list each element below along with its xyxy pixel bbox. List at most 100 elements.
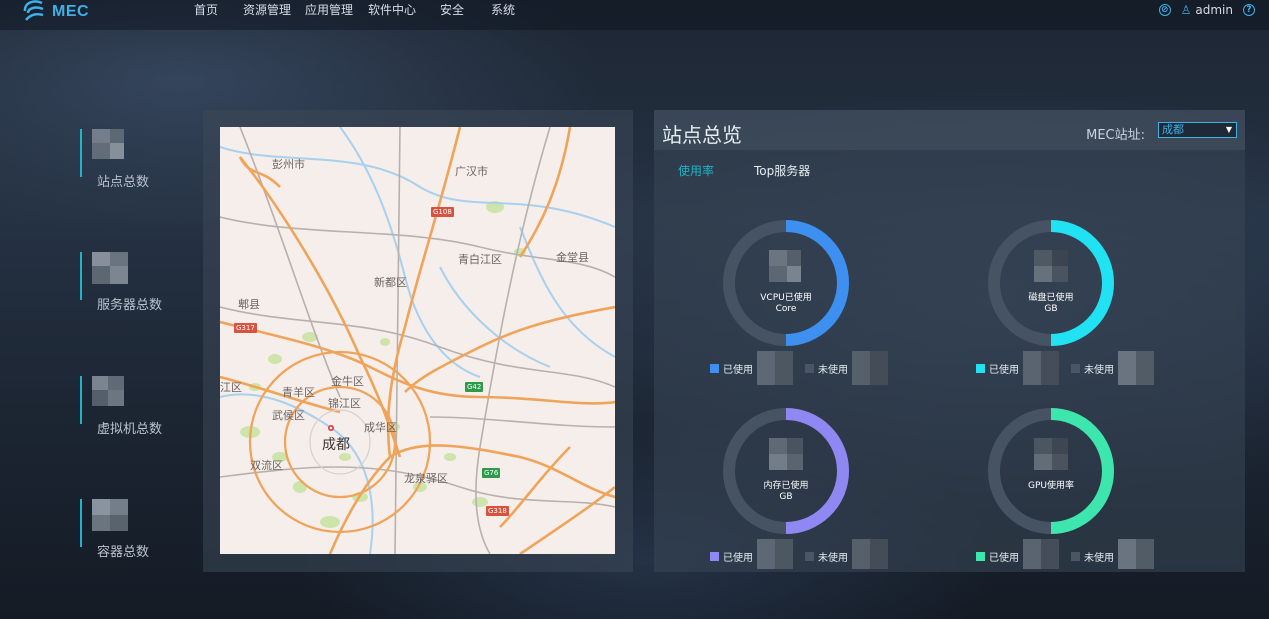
map-city-label: 成都 [322,437,350,453]
stat-label: 站点总数 [97,175,150,190]
legend-swatch-unused [805,363,814,373]
map-label: 广汉市 [455,165,488,178]
legend-used-value-redacted [1023,539,1059,573]
map-label: 青白江区 [458,253,502,266]
tab-top-servers[interactable]: Top服务器 [754,162,810,179]
top-bar: MEC 首页 资源管理 应用管理 软件中心 安全 系统 ⊘ ♙ admin ? [0,0,1269,30]
gauge-label-line1: 磁盘已使用 [1028,293,1074,303]
road-badge: G318 [486,506,509,516]
road-badge: G42 [465,382,484,392]
map-label: 江区 [220,381,242,394]
stat-value-redacted [92,376,128,408]
map-view[interactable]: 彭州市 广汉市 青白江区 金堂县 新都区 郫县 青羊区 金牛区 锦江区 武侯区 … [220,127,615,554]
legend-used-label: 已使用 [989,364,1019,376]
stat-accent-bar [80,376,82,424]
map-label: 成华区 [364,421,397,434]
site-select-value: 成都 [1162,123,1184,136]
user-menu[interactable]: ♙ admin [1181,3,1233,17]
map-label: 武侯区 [272,409,305,422]
legend-used-label: 已使用 [989,552,1019,564]
gauge-memory: 内存已使用 GB [723,408,863,548]
nav-item-system[interactable]: 系统 [491,0,531,20]
legend-used-value-redacted [1023,351,1059,385]
gauge-disk: 磁盘已使用 GB [988,220,1128,360]
legend-unused-value-redacted [852,351,888,385]
map-label: 青羊区 [282,386,315,399]
gauge-label: VCPU已使用 Core [723,293,849,315]
gauge-legend-disk: 已使用 未使用 [976,351,1154,385]
site-select[interactable]: 成都 ▼ [1158,122,1237,138]
legend-swatch-unused [805,551,814,561]
legend-swatch-used [710,551,719,561]
map-label: 龙泉驿区 [404,472,448,485]
legend-swatch-used [976,551,985,561]
map-panel: 彭州市 广汉市 青白江区 金堂县 新都区 郫县 青羊区 金牛区 锦江区 武侯区 … [203,110,633,572]
stat-value-redacted [92,129,128,161]
stat-label: 服务器总数 [97,298,163,313]
stat-site-count: 站点总数 [80,129,190,190]
help-icon[interactable]: ? [1243,4,1255,16]
username: admin [1195,3,1233,17]
gauge-label-line2: GB [1044,304,1058,314]
road-badge: G76 [482,468,501,478]
overview-title: 站点总览 [662,123,742,147]
stat-value-redacted [92,252,128,284]
map-label: 金牛区 [331,375,364,388]
legend-swatch-used [710,363,719,373]
gauge-value-redacted [769,438,805,474]
legend-unused-value-redacted [852,539,888,573]
gauge-legend-vcpu: 已使用 未使用 [710,351,888,385]
legend-used-value-redacted [757,539,793,573]
gauge-vcpu: VCPU已使用 Core [723,220,863,360]
legend-swatch-unused [1071,363,1080,373]
gauge-legend-memory: 已使用 未使用 [710,539,888,573]
legend-used-label: 已使用 [723,364,753,376]
tab-usage[interactable]: 使用率 [678,162,714,179]
nav-item-software-center[interactable]: 软件中心 [368,0,440,20]
stat-server-count: 服务器总数 [80,252,190,313]
user-icon: ♙ [1180,3,1192,17]
gauge-value-redacted [1034,438,1070,474]
legend-unused-value-redacted [1118,351,1154,385]
legend-used-label: 已使用 [723,552,753,564]
legend-unused-label: 未使用 [818,552,848,564]
gauge-label-line1: GPU使用率 [1028,481,1074,491]
compass-icon[interactable]: ⊘ [1158,4,1171,16]
legend-swatch-unused [1071,551,1080,561]
nav-item-security[interactable]: 安全 [440,0,491,20]
overview-tabs: 使用率 Top服务器 [678,162,810,179]
road-badge: G317 [234,323,257,333]
site-overview-panel: 站点总览 MEC站址: 成都 ▼ 使用率 Top服务器 VCPU已使用 Core… [654,110,1245,572]
stat-label: 虚拟机总数 [97,422,163,437]
gauge-label: 内存已使用 GB [723,481,849,503]
stat-label: 容器总数 [97,545,150,560]
gauge-label: 磁盘已使用 GB [988,293,1114,315]
gauge-legend-gpu: 已使用 未使用 [976,539,1154,573]
legend-used-value-redacted [757,351,793,385]
gauge-label-line1: VCPU已使用 [760,293,812,303]
main-nav: 首页 资源管理 应用管理 软件中心 安全 系统 [194,0,531,20]
nav-item-resource-management[interactable]: 资源管理 [243,0,305,20]
legend-unused-label: 未使用 [1084,552,1114,564]
map-label: 锦江区 [328,397,361,410]
road-badge: G108 [431,207,454,217]
gauge-label-line2: Core [775,304,797,314]
stat-vm-count: 虚拟机总数 [80,376,190,437]
nav-item-home[interactable]: 首页 [194,0,243,20]
mec-logo-icon [22,0,46,25]
logo[interactable]: MEC [22,0,89,24]
gauge-label-line2: GB [779,492,793,502]
stat-container-count: 容器总数 [80,499,190,560]
map-label: 郫县 [238,298,260,311]
legend-swatch-used [976,363,985,373]
gauge-label-line1: 内存已使用 [763,481,809,491]
map-label: 双流区 [250,459,283,472]
legend-unused-label: 未使用 [1084,364,1114,376]
gauge-gpu: GPU使用率 [988,408,1128,548]
map-label: 金堂县 [556,251,589,264]
top-right-tools: ⊘ ♙ admin ? [1158,0,1255,20]
gauge-value-redacted [769,250,805,286]
legend-unused-label: 未使用 [818,364,848,376]
nav-item-app-management[interactable]: 应用管理 [305,0,368,20]
stat-accent-bar [80,129,82,177]
